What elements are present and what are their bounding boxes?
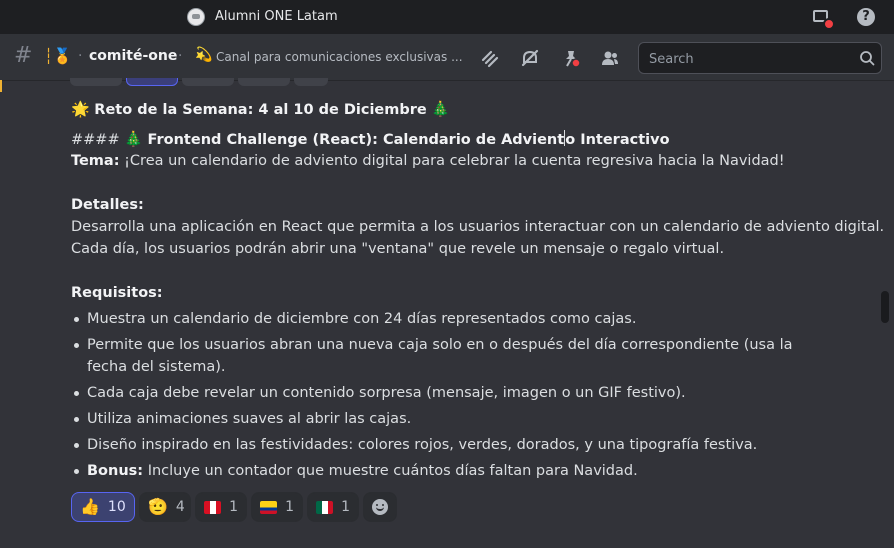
tema-line: Tema: ¡Crea un calendario de adviento di… bbox=[71, 150, 851, 172]
reaction-count: 1 bbox=[229, 499, 238, 515]
previous-message-reactions bbox=[70, 78, 400, 87]
tema-text: ¡Crea un calendario de adviento digital … bbox=[119, 153, 785, 169]
reaction-flag-peru[interactable]: 1 bbox=[195, 492, 247, 522]
reaction-count: 1 bbox=[341, 499, 350, 515]
reaction-salute[interactable]: 🫡 4 bbox=[139, 492, 191, 522]
star-emoji: 🌟 bbox=[71, 100, 90, 118]
search-input[interactable] bbox=[647, 49, 851, 69]
threads-icon[interactable] bbox=[480, 48, 500, 68]
requisitos-label-text: Requisitos: bbox=[71, 285, 163, 301]
thumbs-up-icon: 👍 bbox=[80, 497, 100, 516]
pinned-messages-icon[interactable] bbox=[561, 48, 581, 68]
member-list-icon[interactable] bbox=[600, 48, 620, 68]
scrollbar-thumb[interactable] bbox=[881, 291, 889, 323]
channel-emoji: ┆🏅 bbox=[44, 47, 72, 65]
reaction-thumbs-up[interactable]: 👍 10 bbox=[71, 492, 135, 522]
heading-text: Reto de la Semana: 4 al 10 de Diciembre bbox=[94, 102, 427, 118]
reaction-count: 1 bbox=[285, 499, 294, 515]
detalles-label: Detalles: bbox=[71, 194, 851, 216]
hashtag-icon: # bbox=[14, 43, 33, 68]
reaction-flag-mexico[interactable]: 1 bbox=[307, 492, 359, 522]
add-reaction-button[interactable] bbox=[294, 78, 328, 86]
reaction-flag-colombia[interactable]: 1 bbox=[251, 492, 303, 522]
unread-marker bbox=[0, 80, 2, 92]
list-item: Utiliza animaciones suaves al abrir las … bbox=[71, 408, 851, 430]
reaction-count: 10 bbox=[107, 499, 126, 515]
reaction-button[interactable] bbox=[182, 78, 234, 86]
list-item: Bonus: Incluye un contador que muestre c… bbox=[71, 460, 851, 482]
message-subheading: #### 🎄 Frontend Challenge (React): Calen… bbox=[71, 128, 851, 150]
reaction-button[interactable] bbox=[70, 78, 122, 86]
search-box[interactable] bbox=[638, 42, 882, 74]
bonus-label: Bonus: bbox=[87, 463, 144, 479]
message-heading: 🌟 Reto de la Semana: 4 al 10 de Diciembr… bbox=[71, 98, 851, 120]
inbox-icon[interactable] bbox=[813, 8, 835, 30]
bonus-text: Incluye un contador que muestre cuántos … bbox=[143, 463, 638, 479]
salute-face-icon: 🫡 bbox=[148, 497, 168, 516]
channel-topic[interactable]: Canal para comunicaciones exclusivas ... bbox=[216, 50, 466, 64]
list-item: Diseño inspirado en las festividades: co… bbox=[71, 434, 851, 456]
window-title: Alumni ONE Latam bbox=[215, 9, 338, 24]
list-item: Cada caja debe revelar un contenido sorp… bbox=[71, 382, 851, 404]
requisitos-list: Muestra un calendario de diciembre con 2… bbox=[71, 308, 851, 482]
subheading-text: Frontend Challenge (React): Calendario d… bbox=[147, 132, 565, 148]
mexico-flag-icon bbox=[316, 500, 334, 514]
add-reaction-button[interactable] bbox=[363, 492, 397, 522]
notification-dot bbox=[823, 18, 835, 30]
list-item: Permite que los usuarios abran una nueva… bbox=[71, 334, 822, 378]
channel-separator: · bbox=[178, 48, 183, 64]
colombia-flag-icon bbox=[260, 500, 278, 514]
reaction-count: 4 bbox=[175, 499, 185, 515]
server-avatar bbox=[187, 8, 205, 26]
subheading-text-end: o Interactivo bbox=[565, 132, 670, 148]
peru-flag-icon bbox=[204, 500, 222, 514]
topic-emoji: 💫 bbox=[195, 47, 213, 63]
reaction-button[interactable] bbox=[238, 78, 290, 86]
subheading-prefix: #### bbox=[71, 132, 125, 148]
title-bar: Alumni ONE Latam ? bbox=[0, 0, 894, 34]
tema-label: Tema: bbox=[71, 153, 120, 169]
tree-emoji: 🎄 bbox=[431, 100, 451, 118]
detalles-label-text: Detalles: bbox=[71, 197, 144, 213]
detalles-line-1: Desarrolla una aplicación en React que p… bbox=[71, 219, 885, 235]
mute-notifications-icon[interactable] bbox=[520, 48, 540, 68]
search-icon[interactable] bbox=[859, 50, 875, 66]
channel-header: # ┆🏅 · comité-one · 💫 Canal para comunic… bbox=[0, 34, 894, 81]
reaction-button[interactable] bbox=[126, 78, 178, 86]
detalles-line-2: Cada día, los usuarios podrán abrir una … bbox=[71, 241, 725, 257]
channel-dot: · bbox=[78, 48, 83, 64]
message-content: 🌟 Reto de la Semana: 4 al 10 de Diciembr… bbox=[71, 98, 885, 486]
help-icon[interactable]: ? bbox=[857, 8, 875, 26]
list-item: Muestra un calendario de diciembre con 2… bbox=[71, 308, 851, 330]
requisitos-label: Requisitos: bbox=[71, 282, 851, 304]
channel-name[interactable]: comité-one bbox=[89, 48, 177, 64]
add-reaction-icon bbox=[372, 499, 388, 515]
tree-emoji: 🎄 bbox=[124, 130, 143, 148]
